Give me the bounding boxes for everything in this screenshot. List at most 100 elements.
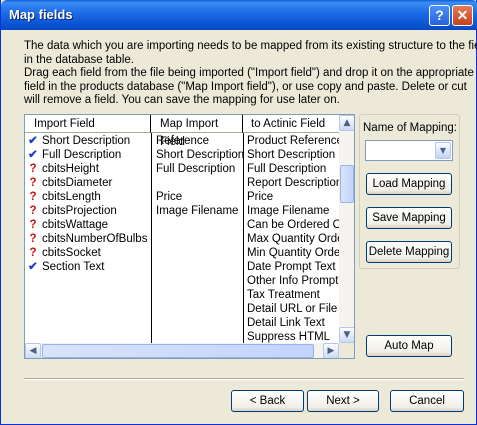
actinic-field-cell[interactable]: Full Description xyxy=(244,162,340,176)
import-field-cell[interactable] xyxy=(25,288,152,302)
table-row[interactable]: Suppress HTML xyxy=(25,330,340,344)
horizontal-scroll-thumb[interactable] xyxy=(42,344,314,358)
map-import-field-cell[interactable] xyxy=(152,232,244,246)
mapping-name-combobox[interactable]: ▼ xyxy=(365,140,453,161)
map-import-field-cell[interactable] xyxy=(152,218,244,232)
field-mapping-list[interactable]: Import Field Map Import Field to Actinic… xyxy=(24,114,355,359)
import-field-cell[interactable]: ? cbitsHeight xyxy=(25,162,152,176)
import-field-cell[interactable]: ? cbitsNumberOfBulbs xyxy=(25,232,152,246)
map-import-field-cell[interactable] xyxy=(152,176,244,190)
map-import-field-cell[interactable] xyxy=(152,316,244,330)
table-row[interactable]: ✔ Full Description Short Description Short … xyxy=(25,148,340,162)
actinic-field-cell[interactable]: Date Prompt Text xyxy=(244,260,340,274)
vertical-scroll-thumb[interactable] xyxy=(340,165,354,203)
import-field-cell[interactable]: ? cbitsProjection xyxy=(25,204,152,218)
actinic-field-cell[interactable]: Max Quantity Order xyxy=(244,232,340,246)
column-header-map-import-field[interactable]: Map Import Field xyxy=(151,115,243,148)
map-import-field-cell[interactable] xyxy=(152,288,244,302)
table-row[interactable]: ? cbitsProjection Image Filename Image File… xyxy=(25,204,340,218)
delete-mapping-button[interactable]: Delete Mapping xyxy=(366,241,452,263)
column-header-actinic-field[interactable]: to Actinic Field xyxy=(243,115,340,133)
close-button[interactable]: ✕ xyxy=(452,5,473,26)
column-header-import-field[interactable]: Import Field xyxy=(25,115,151,133)
table-row[interactable]: ? cbitsDiameter Report Description xyxy=(25,176,340,190)
map-import-field-cell[interactable]: Full Description xyxy=(152,162,244,176)
window-title: Map fields xyxy=(9,7,73,22)
import-field-text: cbitsLength xyxy=(42,191,101,203)
map-import-field-cell[interactable] xyxy=(152,330,244,344)
table-row[interactable]: ? cbitsNumberOfBulbs Max Quantity Order xyxy=(25,232,340,246)
load-mapping-button[interactable]: Load Mapping xyxy=(366,173,452,195)
table-row[interactable]: ? cbitsLength Price Price xyxy=(25,190,340,204)
import-field-cell[interactable] xyxy=(25,274,152,288)
map-import-field-cell[interactable]: Price xyxy=(152,190,244,204)
auto-map-button[interactable]: Auto Map xyxy=(366,335,452,357)
checkmark-icon: ✔ xyxy=(28,149,38,161)
actinic-field-cell[interactable]: Suppress HTML xyxy=(244,330,340,344)
back-button[interactable]: < Back xyxy=(231,390,304,412)
map-import-field-cell[interactable]: Image Filename xyxy=(152,204,244,218)
table-row[interactable]: Detail URL or File xyxy=(25,302,340,316)
import-field-cell[interactable]: ✔ Section Text xyxy=(25,260,152,274)
instructions-line: The data which you are importing needs t… xyxy=(24,40,477,52)
table-row[interactable]: Other Info Prompt xyxy=(25,274,340,288)
import-field-cell[interactable] xyxy=(25,330,152,344)
import-field-text: cbitsDiameter xyxy=(42,177,113,189)
table-row[interactable]: ? cbitsWattage Can be Ordered Or xyxy=(25,218,340,232)
import-field-text: cbitsWattage xyxy=(42,219,109,231)
table-row[interactable]: ✔ Section Text Date Prompt Text xyxy=(25,260,340,274)
chevron-down-icon[interactable]: ▼ xyxy=(435,142,451,159)
actinic-field-cell[interactable]: Can be Ordered Or xyxy=(244,218,340,232)
actinic-field-cell[interactable]: Detail Link Text xyxy=(244,316,340,330)
import-field-cell[interactable]: ? cbitsWattage xyxy=(25,218,152,232)
import-field-cell[interactable]: ? cbitsSocket xyxy=(25,246,152,260)
actinic-field-cell[interactable]: Detail URL or File xyxy=(244,302,340,316)
import-field-cell[interactable]: ✔ Full Description xyxy=(25,148,152,162)
import-field-text: Section Text xyxy=(42,261,105,273)
map-import-field-cell[interactable] xyxy=(152,302,244,316)
scroll-up-button[interactable]: ▲ xyxy=(339,115,354,131)
list-header: Import Field Map Import Field to Actinic… xyxy=(25,115,340,148)
title-bar[interactable]: Map fields ? ✕ xyxy=(1,0,477,30)
vertical-scrollbar[interactable]: ▲ ▼ xyxy=(339,115,354,343)
table-row[interactable]: ✔ Short Description Reference Product Refer… xyxy=(25,134,340,148)
import-field-text: Short Description xyxy=(42,135,131,147)
import-field-text: cbitsSocket xyxy=(42,247,101,259)
map-import-field-cell[interactable]: Short Description xyxy=(152,148,244,162)
import-field-cell[interactable]: ✔ Short Description xyxy=(25,134,152,148)
scroll-down-button[interactable]: ▼ xyxy=(339,327,354,343)
cancel-button[interactable]: Cancel xyxy=(390,390,464,412)
actinic-field-cell[interactable]: Tax Treatment xyxy=(244,288,340,302)
actinic-field-cell[interactable]: Report Description xyxy=(244,176,340,190)
import-field-text: cbitsNumberOfBulbs xyxy=(42,233,148,245)
map-import-field-cell[interactable]: Reference xyxy=(152,134,244,148)
table-row[interactable]: Detail Link Text xyxy=(25,316,340,330)
map-import-field-cell[interactable] xyxy=(152,246,244,260)
scroll-left-button[interactable]: ◀ xyxy=(25,343,41,358)
question-mark-icon: ? xyxy=(29,205,37,217)
actinic-field-cell[interactable]: Price xyxy=(244,190,340,204)
import-field-cell[interactable]: ? cbitsDiameter xyxy=(25,176,152,190)
import-field-cell[interactable] xyxy=(25,302,152,316)
help-button[interactable]: ? xyxy=(429,5,450,26)
footer-separator xyxy=(24,378,464,380)
instructions-text: The data which you are importing needs t… xyxy=(24,40,477,108)
map-import-field-cell[interactable] xyxy=(152,260,244,274)
save-mapping-button[interactable]: Save Mapping xyxy=(366,207,452,229)
actinic-field-cell[interactable]: Image Filename xyxy=(244,204,340,218)
actinic-field-cell[interactable]: Min Quantity Order xyxy=(244,246,340,260)
import-field-cell[interactable] xyxy=(25,316,152,330)
table-row[interactable]: ? cbitsHeight Full Description Full Descrip… xyxy=(25,162,340,176)
import-field-cell[interactable]: ? cbitsLength xyxy=(25,190,152,204)
actinic-field-cell[interactable]: Product Reference xyxy=(244,134,340,148)
question-mark-icon: ? xyxy=(29,191,37,203)
actinic-field-cell[interactable]: Other Info Prompt xyxy=(244,274,340,288)
table-row[interactable]: ? cbitsSocket Min Quantity Order xyxy=(25,246,340,260)
horizontal-scrollbar[interactable]: ◀ ▶ xyxy=(25,343,339,358)
map-import-field-cell[interactable] xyxy=(152,274,244,288)
scroll-right-button[interactable]: ▶ xyxy=(323,343,339,358)
table-row[interactable]: Tax Treatment xyxy=(25,288,340,302)
next-button[interactable]: Next > xyxy=(307,390,379,412)
actinic-field-cell[interactable]: Short Description xyxy=(244,148,340,162)
instructions-line: in the database table. xyxy=(24,53,134,66)
